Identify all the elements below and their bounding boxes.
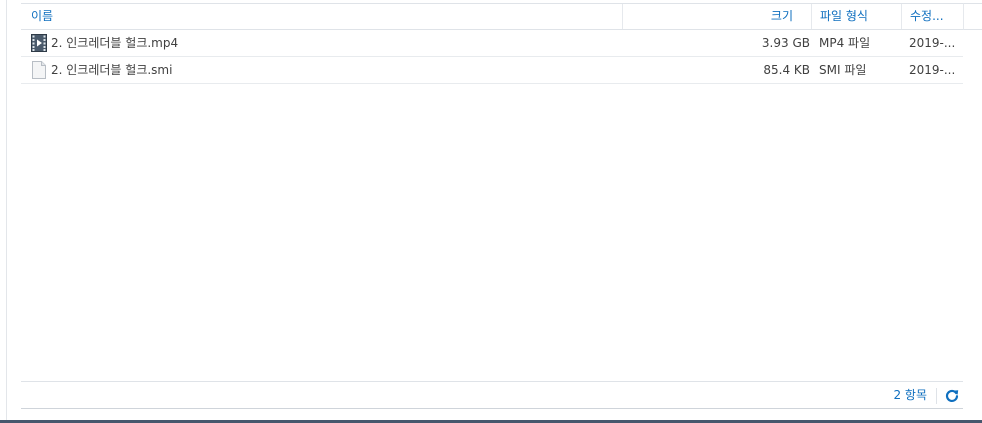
column-header-row: 이름 크기 파일 형식 수정... — [21, 3, 963, 30]
file-name: 2. 인크레더블 헐크.mp4 — [51, 36, 179, 50]
file-modified: 2019-... — [909, 63, 956, 77]
status-bar: 2 항목 — [21, 381, 963, 409]
file-name-cell: 2. 인크레더블 헐크.mp4 — [31, 30, 621, 56]
column-header-filler — [963, 3, 982, 30]
refresh-icon — [945, 389, 959, 402]
column-header-type[interactable]: 파일 형식 — [811, 4, 901, 29]
document-file-icon — [32, 61, 46, 79]
table-row[interactable]: 2. 인크레더블 헐크.smi 85.4 KB SMI 파일 2019-... — [21, 57, 963, 84]
column-header-size[interactable]: 크기 — [622, 4, 811, 29]
file-type: MP4 파일 — [819, 36, 871, 50]
file-size: 85.4 KB — [763, 63, 810, 77]
column-header-name[interactable]: 이름 — [21, 4, 622, 29]
file-type: SMI 파일 — [819, 63, 867, 77]
video-file-icon — [31, 34, 47, 52]
file-name: 2. 인크레더블 헐크.smi — [51, 63, 173, 77]
file-list-grid: 이름 크기 파일 형식 수정... 2. 인크레더블 헐크.mp4 3.93 G… — [21, 0, 982, 410]
left-panel-edge — [0, 0, 7, 420]
status-divider — [936, 388, 937, 404]
file-size: 3.93 GB — [761, 36, 810, 50]
file-name-cell: 2. 인크레더블 헐크.smi — [31, 57, 621, 83]
file-modified: 2019-... — [909, 36, 956, 50]
table-row[interactable]: 2. 인크레더블 헐크.mp4 3.93 GB MP4 파일 2019-... — [21, 30, 963, 57]
refresh-button[interactable] — [943, 387, 961, 405]
column-header-modified[interactable]: 수정... — [901, 4, 963, 29]
item-count: 2 항목 — [893, 388, 927, 402]
